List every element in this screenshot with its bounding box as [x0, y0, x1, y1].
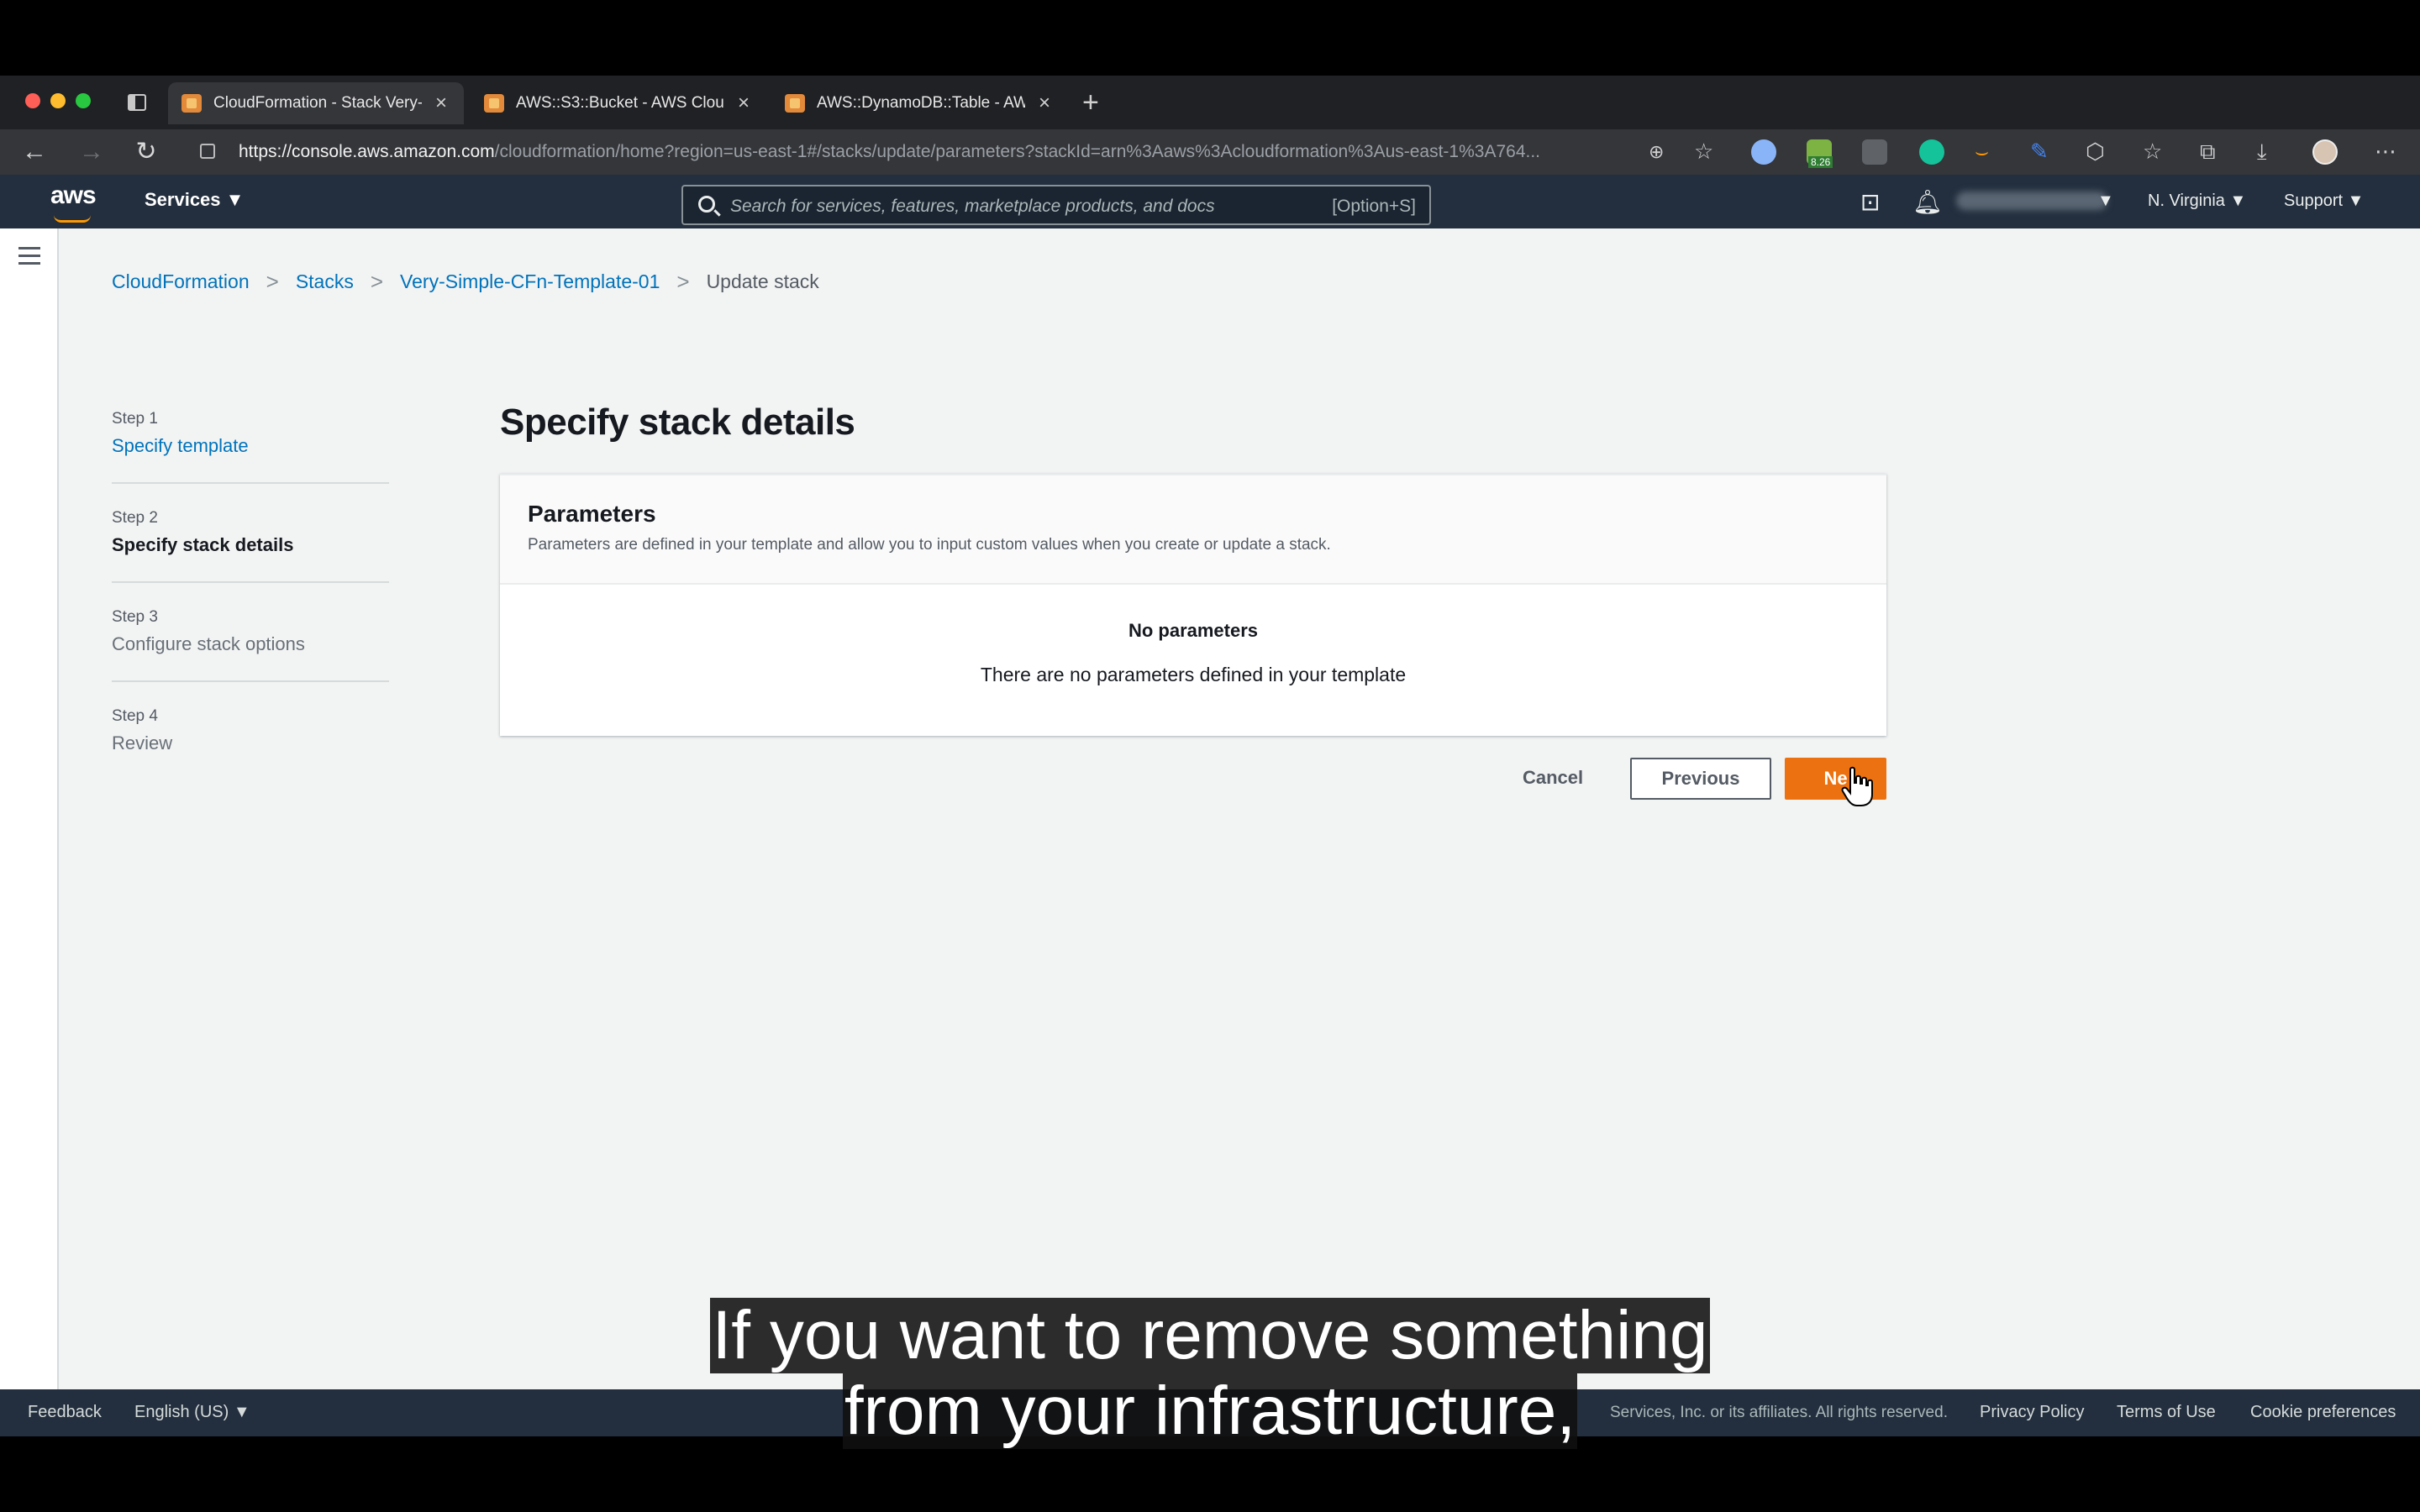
browser-tab-cloudformation[interactable]: CloudFormation - Stack Very-S ×	[168, 82, 464, 124]
reload-icon[interactable]: ↻	[130, 136, 162, 168]
console-search[interactable]: Search for services, features, marketpla…	[681, 185, 1431, 225]
video-caption: If you want to remove something from you…	[0, 1298, 2420, 1449]
breadcrumb: CloudFormation > Stacks > Very-Simple-CF…	[112, 269, 819, 295]
profile-avatar[interactable]	[2312, 139, 2338, 165]
dynamodb-favicon-icon	[785, 94, 805, 113]
downloads-icon[interactable]: ⤓	[2257, 139, 2267, 165]
wizard-step-4: Step 4 Review	[112, 707, 389, 754]
browser-tab-dynamodb[interactable]: AWS::DynamoDB::Table - AWS ×	[771, 82, 1067, 124]
region-selector[interactable]: N. Virginia ▼	[2148, 192, 2246, 211]
browser-toolbar: ← → ↻ https://console.aws.amazon.com/clo…	[0, 129, 2420, 175]
step-divider	[112, 581, 389, 583]
step-name: Configure stack options	[112, 633, 305, 654]
extension-c-icon[interactable]	[1751, 139, 1776, 165]
wizard-step-2: Step 2 Specify stack details	[112, 509, 389, 556]
tab-close-icon[interactable]: ×	[734, 92, 753, 115]
lock-icon	[200, 144, 215, 159]
pen-extension-icon[interactable]: ✎	[2030, 139, 2049, 165]
extensions-puzzle-icon[interactable]: ⬡	[2086, 139, 2105, 165]
parameters-title: Parameters	[528, 501, 656, 527]
new-tab-button[interactable]: +	[1082, 84, 1099, 121]
page-content: CloudFormation > Stacks > Very-Simple-CF…	[0, 228, 2420, 1389]
support-menu[interactable]: Support ▼	[2284, 192, 2364, 211]
search-shortcut: [Option+S]	[1332, 197, 1416, 216]
aws-console-header: aws Services ▼ Search for services, feat…	[0, 175, 2420, 228]
forward-icon[interactable]: →	[76, 136, 108, 168]
address-bar[interactable]: https://console.aws.amazon.com/cloudform…	[183, 134, 1696, 170]
url-host: console.aws.amazon.com	[292, 142, 495, 161]
tab-strip: CloudFormation - Stack Very-S × AWS::S3:…	[0, 76, 2420, 129]
previous-button[interactable]: Previous	[1630, 758, 1771, 800]
parameters-empty-state: No parameters There are no parameters de…	[500, 585, 1886, 686]
url-scheme: https://	[239, 142, 292, 161]
chevron-right-icon: >	[266, 269, 279, 294]
tab-close-icon[interactable]: ×	[432, 92, 450, 115]
more-menu-icon[interactable]: ⋯	[2375, 139, 2396, 165]
services-menu[interactable]: Services ▼	[145, 189, 244, 211]
account-menu[interactable]	[1956, 192, 2107, 210]
breadcrumb-cloudformation[interactable]: CloudFormation	[112, 270, 250, 293]
parameters-header: Parameters Parameters are defined in you…	[500, 475, 1886, 585]
breadcrumb-current: Update stack	[706, 270, 819, 292]
zoom-icon[interactable]: ⊕	[1649, 141, 1664, 163]
extension-badge: 8.26	[1808, 156, 1833, 168]
caption-line-1: If you want to remove something	[710, 1297, 1710, 1373]
s3-favicon-icon	[484, 94, 504, 113]
tab-label: CloudFormation - Stack Very-S	[213, 94, 422, 112]
amazon-icon[interactable]: ⌣	[1975, 139, 1989, 165]
extension-grid-icon[interactable]	[1862, 139, 1887, 165]
cloudformation-favicon-icon	[182, 94, 202, 113]
step-divider	[112, 482, 389, 484]
account-caret-icon[interactable]: ▼	[2097, 192, 2114, 211]
parameters-panel: Parameters Parameters are defined in you…	[500, 474, 1886, 736]
parameters-description: Parameters are defined in your template …	[528, 536, 1331, 554]
search-placeholder: Search for services, features, marketpla…	[730, 197, 1215, 216]
minimize-window-button[interactable]	[50, 93, 66, 108]
back-icon[interactable]: ←	[18, 136, 50, 168]
notifications-bell-icon[interactable]: 🔔︎	[1912, 188, 1943, 216]
maximize-window-button[interactable]	[76, 93, 91, 108]
wizard-step-3: Step 3 Configure stack options	[112, 608, 389, 655]
favorites-icon[interactable]: ☆	[2143, 139, 2162, 165]
favorite-star-icon[interactable]: ☆	[1694, 139, 1713, 165]
hand-cursor-icon	[1841, 766, 1873, 806]
page-title: Specify stack details	[500, 402, 855, 443]
collections-icon[interactable]: ⧉	[2200, 139, 2216, 165]
step-number: Step 3	[112, 608, 158, 626]
tab-label: AWS::S3::Bucket - AWS Cloud	[516, 94, 724, 112]
empty-state-title: No parameters	[1128, 620, 1259, 641]
cloudshell-icon[interactable]: ⊡	[1860, 188, 1880, 216]
side-navigation-rail	[0, 228, 59, 1389]
sidebar-toggle-icon[interactable]	[128, 94, 146, 111]
chevron-right-icon: >	[370, 269, 384, 294]
empty-state-text: There are no parameters defined in your …	[980, 664, 1407, 685]
caption-line-2: from your infrastructure,	[842, 1373, 1578, 1449]
step-number: Step 2	[112, 509, 158, 527]
breadcrumb-stacks[interactable]: Stacks	[296, 270, 354, 293]
url-path: /cloudformation/home?region=us-east-1#/s…	[494, 142, 1541, 161]
step-divider	[112, 680, 389, 682]
tab-close-icon[interactable]: ×	[1035, 92, 1054, 115]
wizard-step-1[interactable]: Step 1 Specify template	[112, 410, 389, 457]
breadcrumb-stack-name[interactable]: Very-Simple-CFn-Template-01	[400, 270, 660, 293]
chevron-right-icon: >	[676, 269, 690, 294]
grammarly-icon[interactable]	[1919, 139, 1944, 165]
cancel-button[interactable]: Cancel	[1504, 758, 1602, 798]
search-icon	[698, 196, 715, 213]
step-name: Specify stack details	[112, 534, 294, 555]
step-number: Step 1	[112, 410, 158, 428]
menu-hamburger-icon[interactable]	[18, 247, 40, 270]
step-name[interactable]: Specify template	[112, 435, 389, 457]
step-name: Review	[112, 732, 173, 753]
tab-label: AWS::DynamoDB::Table - AWS	[817, 94, 1025, 112]
browser-tab-s3-bucket[interactable]: AWS::S3::Bucket - AWS Cloud ×	[471, 82, 766, 124]
aws-logo[interactable]: aws	[50, 181, 97, 223]
step-number: Step 4	[112, 707, 158, 725]
browser-window: CloudFormation - Stack Very-S × AWS::S3:…	[0, 76, 2420, 1436]
close-window-button[interactable]	[25, 93, 40, 108]
